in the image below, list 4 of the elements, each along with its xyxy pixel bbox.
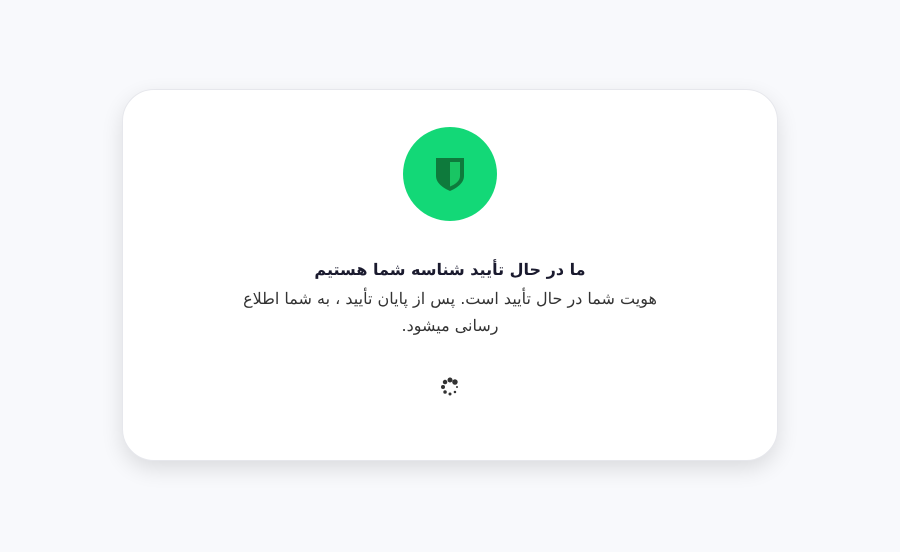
- card-title: ما در حال تأیید شناسه شما هستیم: [314, 258, 586, 281]
- card-message: هویت شما در حال تأیید است. پس از پایان تأیید ، به شما اطلاع رسانی میشود.: [242, 286, 658, 337]
- shield-icon: [434, 156, 466, 192]
- loading-spinner-icon: [440, 377, 460, 397]
